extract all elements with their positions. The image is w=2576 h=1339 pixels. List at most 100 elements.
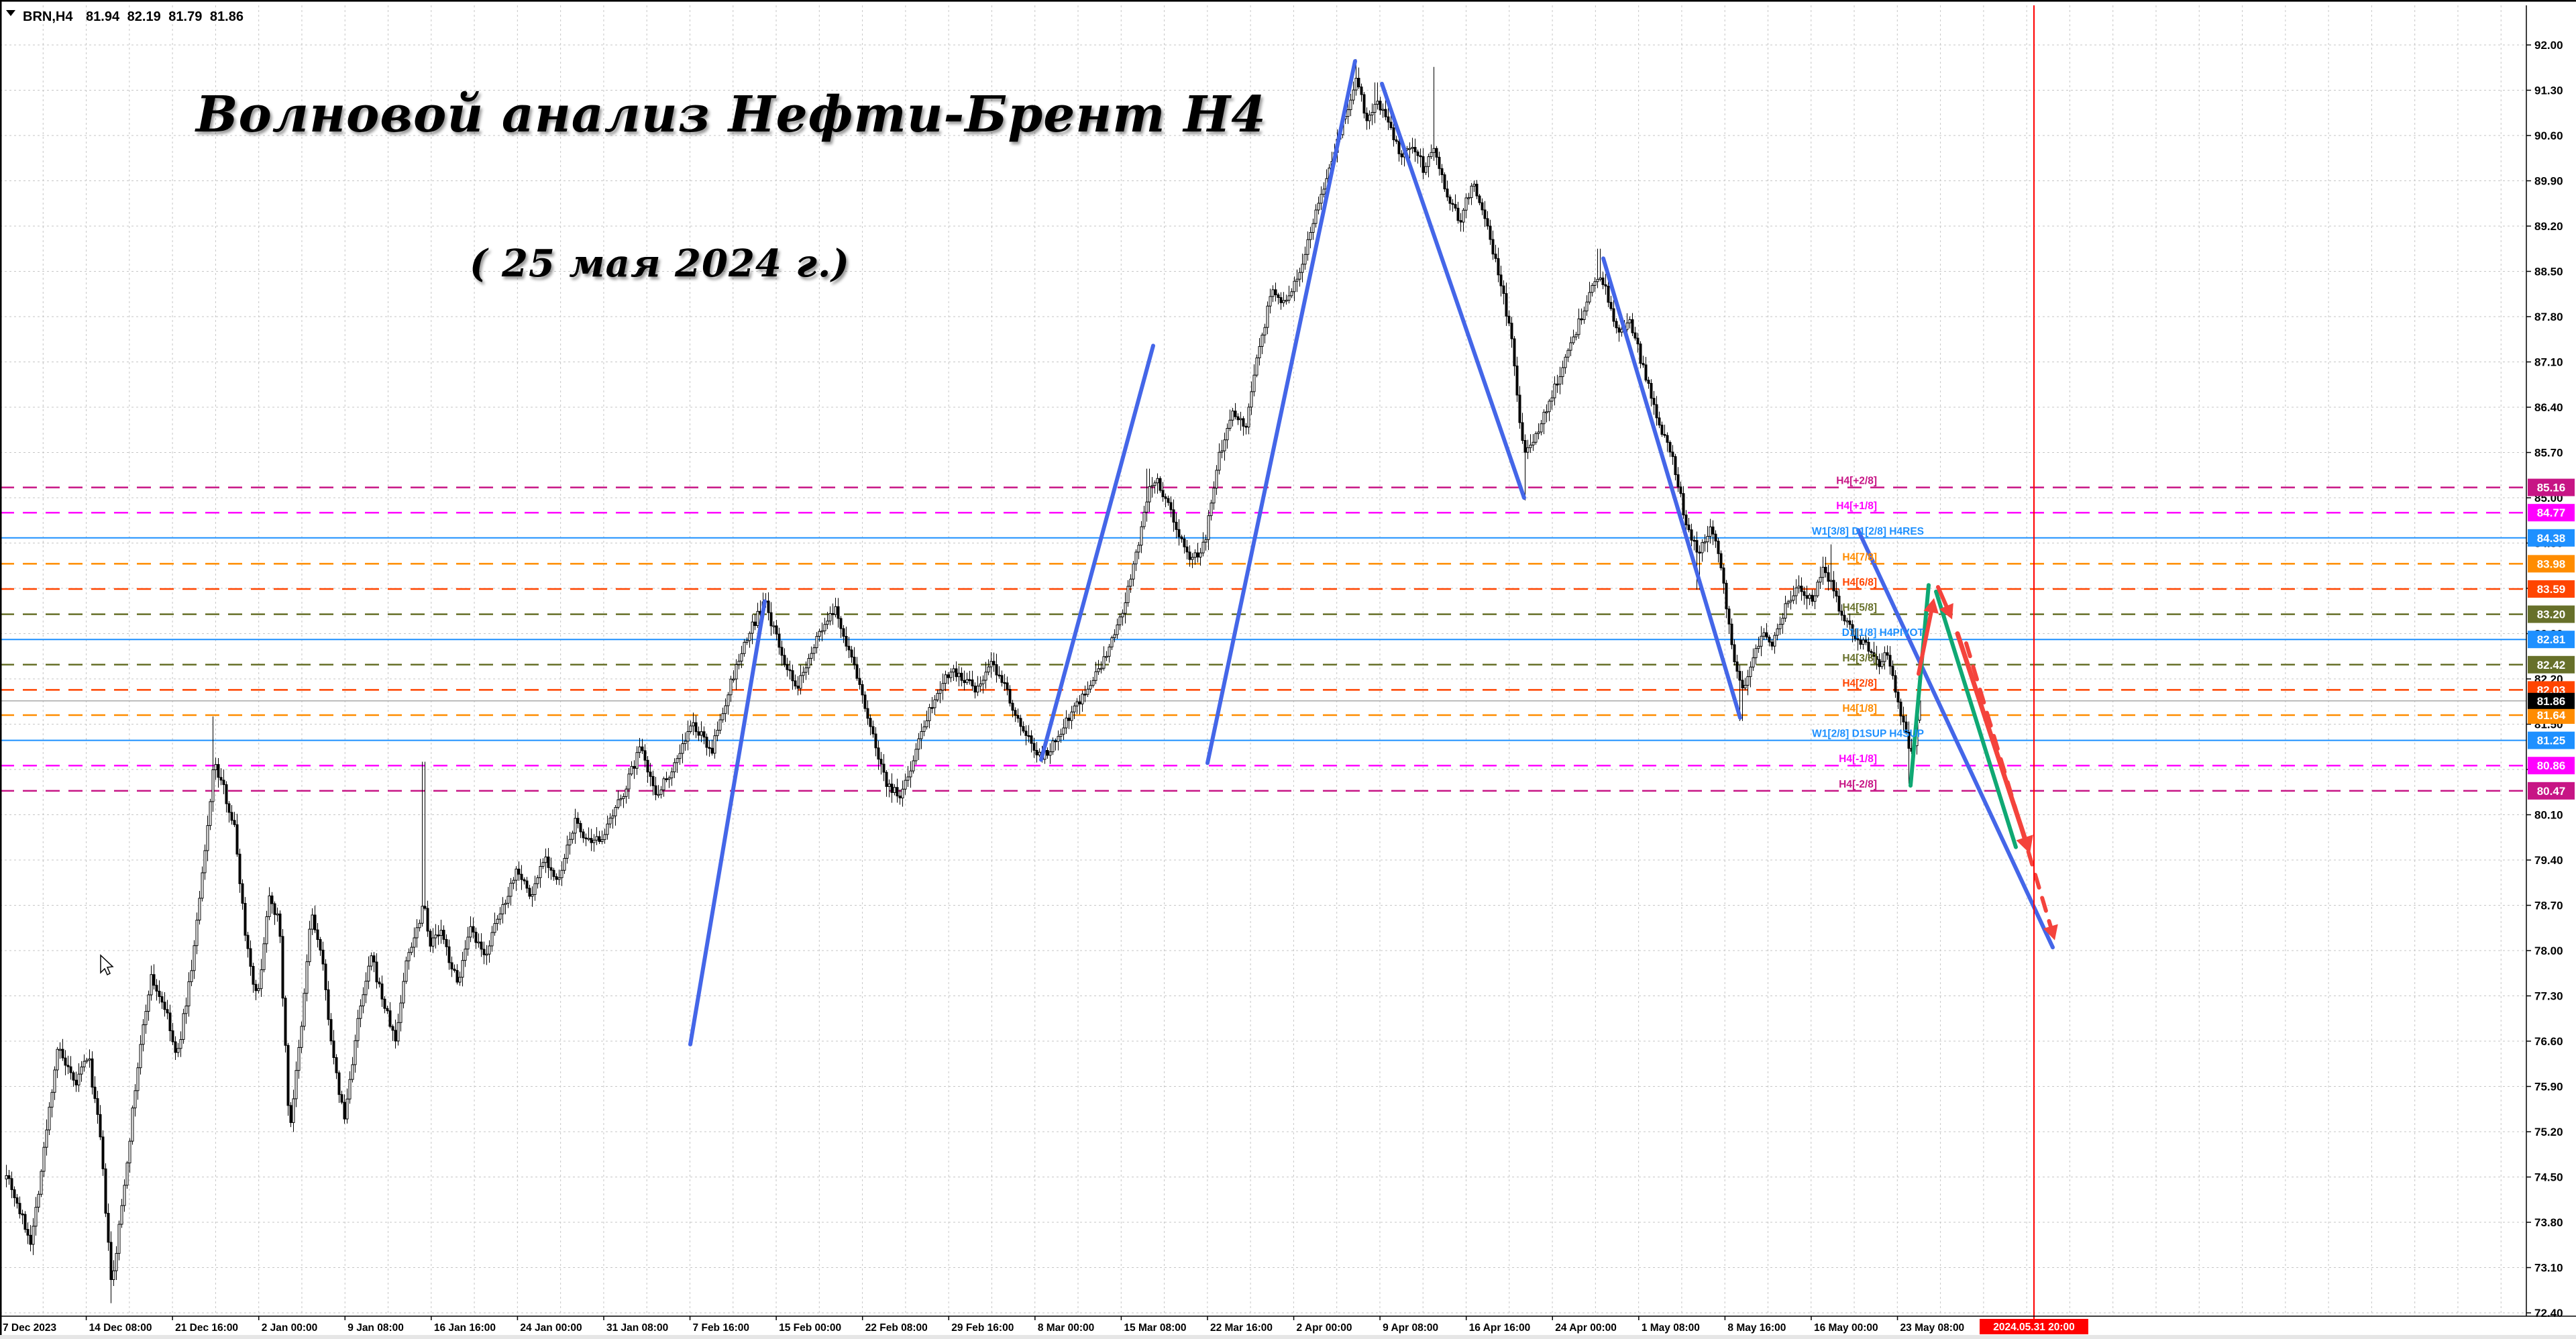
candle-body xyxy=(338,1073,340,1094)
candle-body xyxy=(292,1099,294,1122)
candle-body xyxy=(1524,440,1526,452)
murrey-levels xyxy=(0,488,2526,791)
candle-body xyxy=(741,653,743,661)
candle-body xyxy=(652,776,654,786)
candle-body xyxy=(609,818,611,824)
candle-body xyxy=(169,1013,171,1031)
candle-body xyxy=(1806,596,1808,598)
level-label-H4[6/8]: H4[6/8] xyxy=(1842,577,1877,588)
candle-body xyxy=(1371,113,1373,115)
candle-body xyxy=(813,648,815,653)
candle-body xyxy=(1717,541,1719,554)
candle-body xyxy=(1835,591,1837,596)
candle-body xyxy=(1108,647,1110,656)
chart-canvas[interactable]: 92.0091.3090.6089.9089.2088.5087.8087.10… xyxy=(0,0,2576,1339)
candle-body xyxy=(27,1230,29,1236)
candle-body xyxy=(553,870,555,876)
candle-body xyxy=(781,647,783,655)
candle-body xyxy=(754,622,756,625)
candle-body xyxy=(1902,716,1904,722)
candle-body xyxy=(1865,640,1867,642)
candle-body xyxy=(491,932,493,946)
candle-body xyxy=(244,904,246,936)
candle-body xyxy=(1081,694,1083,704)
candle-body xyxy=(102,1137,104,1169)
candle-body xyxy=(1495,254,1497,259)
wave-trend-line[interactable] xyxy=(690,601,765,1045)
level-label-H4[-2/8]: H4[-2/8] xyxy=(1839,779,1877,790)
candle-body xyxy=(5,1175,7,1179)
candle-body xyxy=(872,727,874,734)
candle-body xyxy=(1688,525,1690,529)
candle-body xyxy=(1022,727,1024,731)
wave-trend-line[interactable] xyxy=(1911,585,1929,786)
candle-body xyxy=(690,726,692,731)
candle-body xyxy=(797,686,799,688)
candle-body xyxy=(456,971,458,982)
candle-body xyxy=(604,835,606,840)
candle-body xyxy=(1414,148,1416,152)
time-axis[interactable]: 7 Dec 202314 Dec 08:0021 Dec 16:002 Jan … xyxy=(0,1316,2088,1334)
candle-body xyxy=(1087,689,1089,694)
candle-body xyxy=(1648,380,1650,384)
candle-body xyxy=(1148,486,1150,502)
candle-body xyxy=(416,928,418,938)
candle-body xyxy=(808,658,810,667)
candle-body xyxy=(1741,680,1743,688)
candlesticks[interactable] xyxy=(5,59,1921,1303)
candle-body xyxy=(1218,452,1220,470)
candle-body xyxy=(1114,635,1116,638)
candle-body xyxy=(859,678,861,684)
candle-body xyxy=(1430,152,1432,156)
candle-body xyxy=(1454,205,1456,209)
candle-body xyxy=(1318,203,1320,210)
price-axis[interactable]: 92.0091.3090.6089.9089.2088.5087.8087.10… xyxy=(2526,39,2563,1320)
time-axis-label: 24 Apr 00:00 xyxy=(1555,1322,1617,1334)
candle-body xyxy=(199,898,201,920)
candle-body xyxy=(99,1114,101,1136)
status-strip xyxy=(0,1335,2576,1339)
candle-body xyxy=(432,938,434,946)
price-tag-value: 82.42 xyxy=(2537,659,2566,672)
candle-body xyxy=(172,1031,174,1042)
candle-body xyxy=(1712,527,1714,534)
candle-body xyxy=(539,867,541,878)
candle-body xyxy=(1258,346,1260,358)
candle-body xyxy=(1827,573,1829,582)
candle-body xyxy=(411,947,413,953)
candle-body xyxy=(1497,258,1499,274)
candle-body xyxy=(274,904,276,914)
candle-body xyxy=(1615,321,1617,328)
candle-body xyxy=(1779,625,1781,629)
candle-body xyxy=(1733,645,1735,662)
candle-body xyxy=(580,823,582,832)
candle-body xyxy=(1892,666,1894,676)
candle-body xyxy=(1377,101,1379,105)
candle-body xyxy=(126,1163,128,1185)
candle-body xyxy=(373,956,375,962)
candle-body xyxy=(1720,553,1722,568)
candle-body xyxy=(110,1242,112,1280)
price-tag-value: 80.47 xyxy=(2537,785,2566,798)
price-tags: 85.1684.7784.3883.9883.5983.2082.8182.42… xyxy=(2528,479,2575,800)
candle-body xyxy=(1750,667,1752,676)
candle-body xyxy=(1060,734,1062,736)
candle-body xyxy=(1242,419,1244,426)
candle-body xyxy=(894,788,896,793)
candle-body xyxy=(698,732,700,735)
symbol-dropdown-icon[interactable] xyxy=(6,10,15,16)
price-tag-value: 81.64 xyxy=(2537,709,2566,722)
candle-body xyxy=(1607,286,1609,302)
candle-body xyxy=(19,1203,21,1214)
candle-body xyxy=(1363,95,1365,113)
price-axis-label: 80.10 xyxy=(2534,809,2563,822)
time-axis-label: 23 May 08:00 xyxy=(1900,1322,1965,1334)
candle-body xyxy=(38,1194,40,1207)
candle-body xyxy=(1699,552,1701,553)
candle-body xyxy=(1226,428,1228,439)
candle-body xyxy=(1272,290,1274,297)
candle-body xyxy=(631,766,633,773)
candle-body xyxy=(241,883,244,903)
candle-body xyxy=(317,930,319,939)
candle-body xyxy=(1725,583,1727,608)
